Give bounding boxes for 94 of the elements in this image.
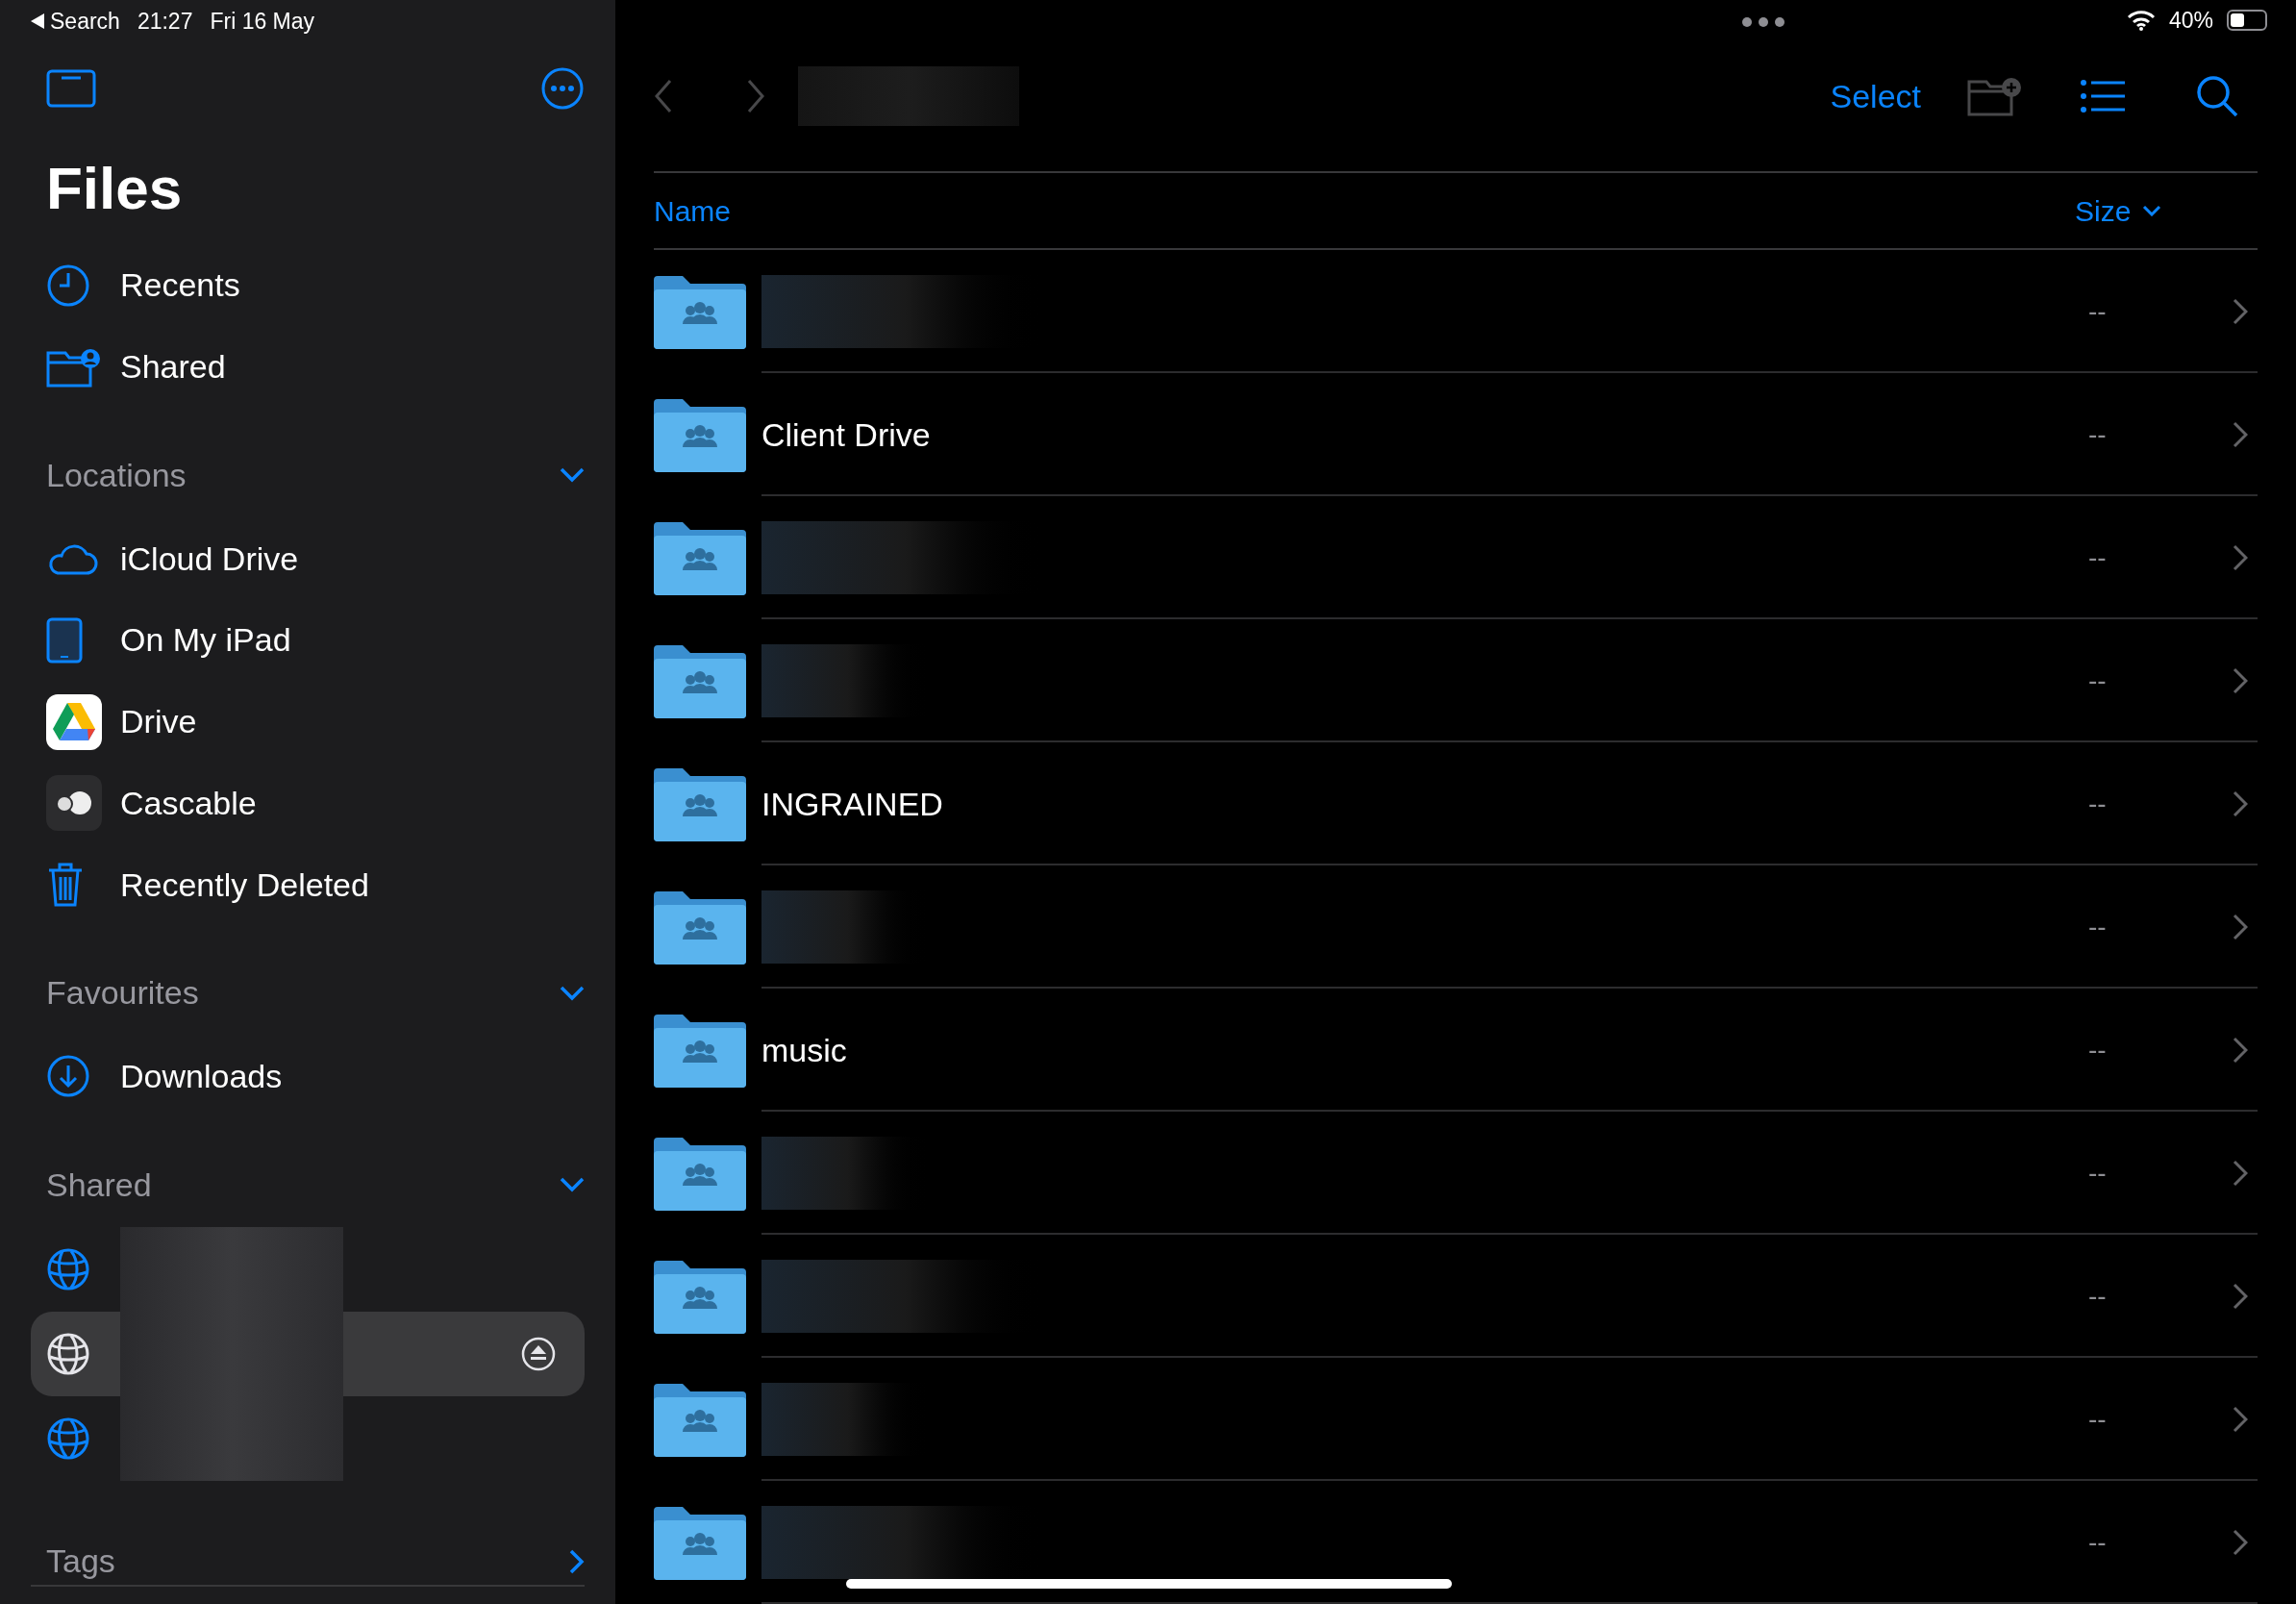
drive-app-icon [46, 693, 102, 750]
back-chevron-icon[interactable] [654, 79, 673, 114]
forward-chevron-icon[interactable] [746, 79, 765, 114]
folder-name: Client Drive [761, 414, 931, 455]
file-row[interactable]: -- [654, 496, 2258, 619]
size-cell-text: -- [2088, 295, 2108, 328]
chevron-down-icon[interactable] [560, 467, 585, 484]
size-cell-text: -- [2088, 418, 2108, 451]
chevron-right-icon[interactable] [2233, 544, 2248, 571]
list-view-icon[interactable] [2081, 80, 2125, 113]
size-cell-text: -- [2088, 1403, 2108, 1436]
chevron-right-icon[interactable] [2233, 667, 2248, 694]
file-row[interactable]: -- [654, 1112, 2258, 1235]
shared-folder-icon [654, 1382, 746, 1457]
chevron-right-icon[interactable] [2233, 1529, 2248, 1556]
shared-folder-icon [654, 1136, 746, 1211]
chevron-right-icon[interactable] [2233, 1283, 2248, 1310]
section-header: Favourites [46, 973, 199, 1014]
tags-row[interactable]: Tags [46, 1518, 585, 1604]
battery-percentage: 40% [2168, 6, 2213, 35]
size-cell-text: -- [2088, 1157, 2108, 1190]
chevron-right-icon[interactable] [2233, 790, 2248, 817]
wifi-icon [2126, 10, 2156, 32]
eject-icon[interactable] [521, 1337, 556, 1372]
size-cell-text: -- [2088, 541, 2108, 574]
server-item[interactable] [31, 1312, 585, 1397]
clock-icon [46, 263, 90, 308]
shared-folder-icon [654, 520, 746, 595]
sort-chevron-icon [2142, 205, 2162, 216]
size-cell-text: -- [2088, 1280, 2108, 1313]
tablet-icon [46, 616, 83, 664]
status-date: Fri 16 May [210, 7, 315, 36]
globe-icon [46, 1416, 90, 1462]
file-row[interactable]: -- [654, 619, 2258, 742]
trash-icon [46, 862, 85, 909]
shared-folder-icon [654, 1013, 746, 1088]
cascable-app-icon [46, 775, 102, 832]
chevron-right-icon[interactable] [2233, 1037, 2248, 1064]
back-triangle-icon [31, 13, 44, 30]
chevron-down-icon[interactable] [560, 1177, 585, 1193]
sidebar-toggle-icon[interactable] [46, 69, 96, 109]
column-header[interactable]: Size [2075, 188, 2258, 233]
more-options-icon[interactable] [540, 66, 585, 112]
status-time: 21:27 [137, 7, 193, 36]
column-header[interactable]: Name [654, 188, 2075, 233]
section-header: Locations [46, 455, 187, 495]
download-icon [46, 1054, 90, 1099]
chevron-right-icon[interactable] [2233, 1160, 2248, 1187]
chevron-right-icon[interactable] [2233, 1406, 2248, 1433]
shared-folder-icon [654, 274, 746, 349]
sidebar-item[interactable]: On My iPad [46, 599, 585, 682]
shared-folder-icon [654, 643, 746, 718]
file-row[interactable]: INGRAINED -- [654, 742, 2258, 865]
sidebar-item[interactable]: Recents [46, 244, 585, 327]
multitasking-dots-icon[interactable] [1741, 16, 1785, 28]
select-button[interactable]: Select [1830, 71, 1921, 121]
file-row[interactable]: -- [654, 1235, 2258, 1358]
file-row[interactable]: Client Drive -- [654, 373, 2258, 496]
file-row[interactable]: -- [654, 250, 2258, 373]
shared-folder-icon [654, 890, 746, 965]
shared-folder-icon [654, 766, 746, 841]
sidebar-item[interactable]: Recently Deleted [46, 843, 585, 926]
folder-name: INGRAINED [761, 784, 943, 824]
size-cell-text: -- [2088, 1526, 2108, 1559]
back-to-search-link[interactable]: Search [31, 4, 120, 38]
chevron-right-icon[interactable] [2233, 298, 2248, 325]
section-header: Shared [46, 1165, 152, 1205]
sidebar-title: Files [46, 158, 184, 218]
file-row[interactable]: -- [654, 1358, 2258, 1481]
shared-folder-icon [654, 1259, 746, 1334]
file-row[interactable]: music -- [654, 989, 2258, 1112]
search-icon[interactable] [2196, 75, 2238, 118]
size-cell-text: -- [2088, 664, 2108, 697]
folder-name: music [761, 1030, 847, 1070]
size-cell-text: -- [2088, 1034, 2108, 1066]
chevron-right-icon[interactable] [2233, 914, 2248, 940]
sidebar-item[interactable]: Cascable [46, 762, 585, 844]
globe-icon [46, 1332, 90, 1377]
chevron-down-icon[interactable] [560, 985, 585, 1001]
sidebar-item[interactable]: Shared [46, 326, 585, 409]
shared-folder-icon [654, 1505, 746, 1580]
size-cell-text: -- [2088, 911, 2108, 943]
globe-icon [46, 1247, 90, 1292]
battery-icon [2227, 10, 2267, 32]
file-row[interactable]: -- [654, 865, 2258, 989]
sidebar-item[interactable]: iCloud Drive [46, 517, 585, 600]
chevron-right-icon[interactable] [2233, 421, 2248, 448]
chevron-right-icon[interactable] [569, 1548, 585, 1574]
shared-folder-icon [654, 397, 746, 472]
sidebar-item[interactable]: Drive [46, 681, 585, 763]
shared-folder-icon [46, 346, 102, 388]
sidebar-item[interactable]: Downloads [46, 1036, 585, 1117]
new-folder-icon[interactable] [1967, 76, 2023, 117]
size-cell-text: -- [2088, 788, 2108, 820]
